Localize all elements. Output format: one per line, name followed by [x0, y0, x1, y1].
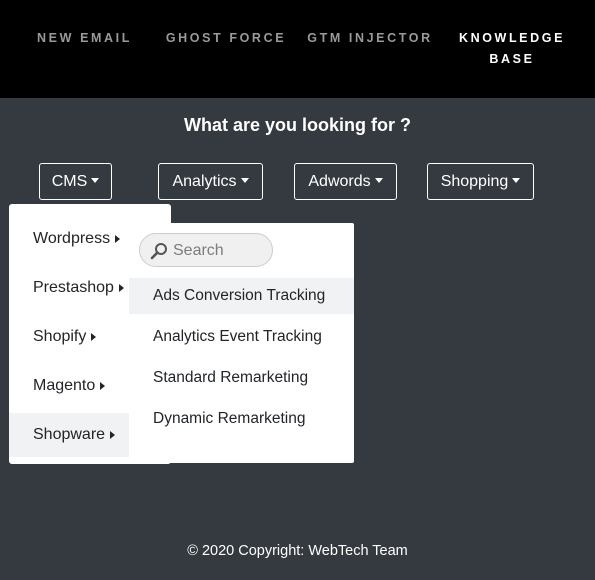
adwords-dropdown-label: Adwords — [308, 172, 371, 190]
cms-menu-item-label: Magento — [33, 377, 96, 394]
chevron-down-icon — [91, 178, 100, 183]
shopping-dropdown-button[interactable]: Shopping — [427, 163, 534, 200]
submenu-item-label: Dynamic Remarketing — [153, 410, 306, 427]
submenu-item-standard-remarketing[interactable]: Standard Remarketing — [129, 360, 354, 396]
nav-item-ghost-force[interactable]: GHOST FORCE — [158, 28, 294, 49]
chevron-down-icon — [240, 178, 249, 183]
cms-menu-item-label: Wordpress — [33, 230, 111, 247]
search-input[interactable]: Search — [139, 233, 273, 267]
search-icon — [150, 243, 167, 260]
cms-dropdown-button[interactable]: CMS — [39, 163, 112, 200]
cms-menu-item-label: Prestashop — [33, 279, 114, 296]
nav-item-knowledge-base-line1: KNOWLEDGE — [458, 31, 566, 45]
adwords-dropdown-button[interactable]: Adwords — [294, 163, 397, 200]
top-navbar: NEW EMAIL GHOST FORCE GTM INJECTOR KNOWL… — [0, 0, 595, 98]
shopping-dropdown-label: Shopping — [440, 172, 509, 190]
nav-item-gtm-injector[interactable]: GTM INJECTOR — [300, 28, 440, 49]
chevron-right-icon — [110, 431, 116, 439]
submenu-item-label: Ads Conversion Tracking — [153, 287, 326, 304]
submenu-item-analytics-event-tracking[interactable]: Analytics Event Tracking — [129, 319, 354, 355]
chevron-right-icon — [100, 382, 106, 390]
analytics-dropdown-label: Analytics — [172, 172, 237, 190]
submenu-item-label: Analytics Event Tracking — [153, 328, 322, 345]
submenu-item-dynamic-remarketing[interactable]: Dynamic Remarketing — [129, 401, 354, 437]
submenu-item-label: Standard Remarketing — [153, 369, 309, 386]
footer-copyright: © 2020 Copyright: WebTech Team — [187, 543, 408, 559]
nav-item-knowledge-base[interactable]: KNOWLEDGE BASE — [450, 28, 574, 70]
chevron-right-icon — [91, 333, 97, 341]
nav-item-knowledge-base-line2: BASE — [489, 52, 535, 66]
cms-dropdown-label: CMS — [51, 172, 88, 190]
page-heading: What are you looking for ? — [183, 115, 411, 135]
chevron-down-icon — [374, 178, 383, 183]
search-placeholder: Search — [173, 242, 224, 259]
submenu-item-ads-conversion-tracking[interactable]: Ads Conversion Tracking — [129, 278, 354, 314]
analytics-dropdown-button[interactable]: Analytics — [158, 163, 263, 200]
cms-menu-item-label: Shopify — [33, 328, 87, 345]
cms-menu-item-label: Shopware — [33, 426, 106, 443]
shopware-submenu: Search Ads Conversion Tracking Analytics… — [129, 223, 354, 463]
nav-item-new-email[interactable]: NEW EMAIL — [22, 28, 147, 49]
chevron-right-icon — [115, 235, 121, 243]
chevron-down-icon — [512, 178, 521, 183]
chevron-right-icon — [118, 284, 124, 292]
